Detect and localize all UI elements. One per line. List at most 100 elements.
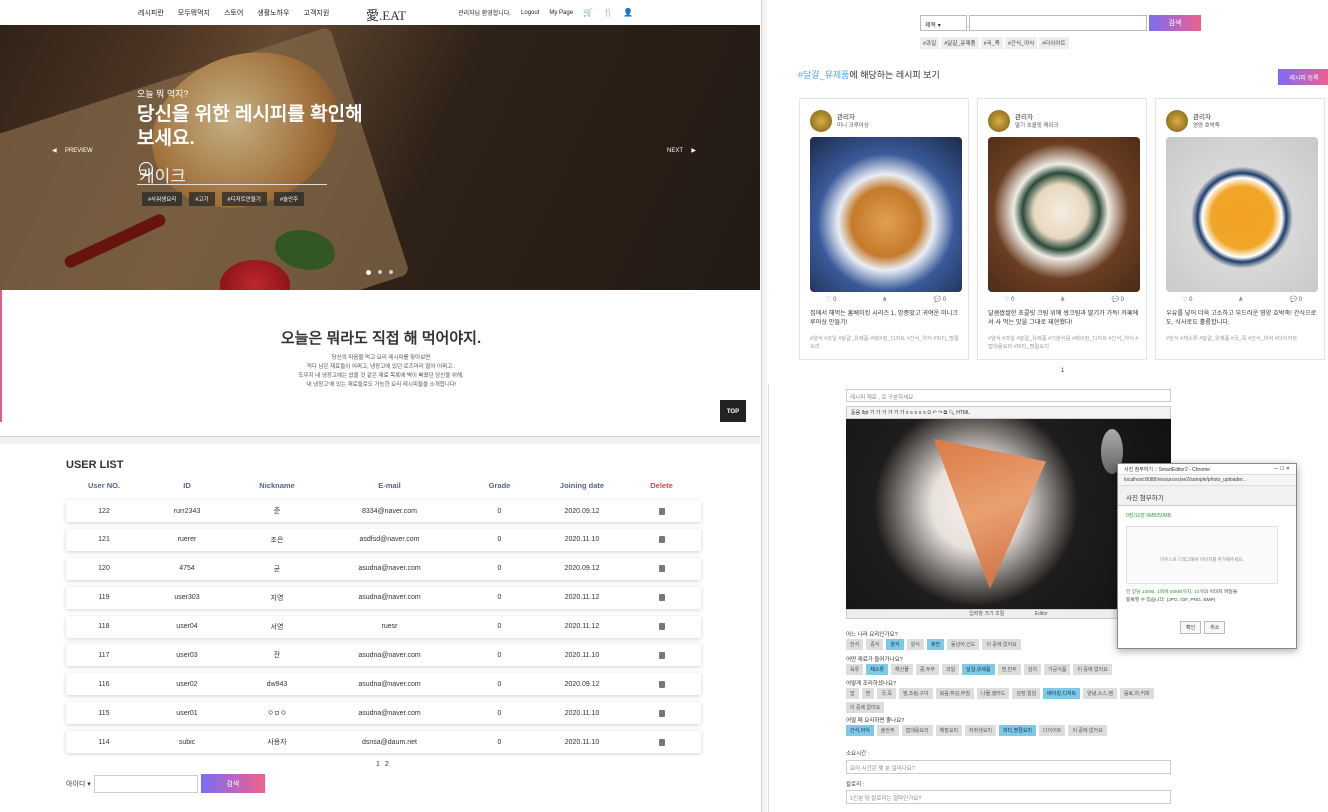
user-settings-icon[interactable]: 👤 bbox=[623, 8, 633, 17]
hero-tag[interactable]: #고기 bbox=[189, 192, 215, 206]
option-chip[interactable]: 국,죽 bbox=[877, 688, 896, 699]
delete-user-button[interactable] bbox=[622, 529, 701, 551]
option-chip[interactable]: 면 bbox=[861, 688, 875, 699]
logout-link[interactable]: Logout bbox=[521, 10, 539, 16]
slider-dot[interactable] bbox=[378, 270, 382, 274]
option-chip[interactable]: 과일 bbox=[942, 664, 960, 675]
comment-button[interactable]: 💬 0 bbox=[934, 296, 947, 303]
ingredient-input[interactable]: 레시피 재료 , 로 구분하세요 bbox=[846, 389, 1171, 402]
slider-dot[interactable] bbox=[389, 270, 393, 274]
category-tag[interactable]: #간식_야식 bbox=[1004, 37, 1038, 49]
user-search-input[interactable] bbox=[93, 774, 198, 793]
recipe-image[interactable] bbox=[1166, 137, 1318, 292]
category-tag[interactable]: #과일 bbox=[920, 37, 940, 49]
slider-dot[interactable] bbox=[366, 270, 371, 275]
image-drop-zone[interactable]: 마우스로 드래그해서 이미지를 추가해주세요. bbox=[1126, 526, 1278, 584]
recipe-search-button[interactable]: 검색 bbox=[1149, 15, 1201, 31]
recipe-image[interactable] bbox=[810, 137, 962, 292]
editor-tab[interactable]: Editor bbox=[1035, 611, 1048, 617]
recipe-page-number[interactable]: 1 bbox=[1061, 368, 1064, 374]
close-icon[interactable]: ✕ bbox=[1286, 466, 1290, 472]
option-chip[interactable]: 채소류 bbox=[866, 664, 889, 675]
recipe-search-input[interactable] bbox=[969, 15, 1147, 31]
like-button[interactable]: ♡ 0 bbox=[826, 296, 836, 303]
recipe-search-select[interactable]: 제목 ▾ bbox=[920, 15, 967, 31]
option-chip[interactable]: 볶음,튀김,부침 bbox=[935, 688, 974, 699]
like-button[interactable]: ♡ 0 bbox=[1004, 296, 1014, 303]
option-chip[interactable]: 콩,두부 bbox=[915, 664, 940, 675]
share-icon[interactable]: ⋔ bbox=[1060, 296, 1065, 303]
hero-tag[interactable]: #사워생요리 bbox=[142, 192, 183, 206]
mypage-link[interactable]: My Page bbox=[549, 10, 573, 16]
delete-user-button[interactable] bbox=[622, 558, 701, 580]
option-chip[interactable]: 이 중에 없어요 bbox=[1073, 664, 1112, 675]
page-link[interactable]: 2 bbox=[385, 761, 389, 768]
comment-button[interactable]: 💬 0 bbox=[1290, 296, 1303, 303]
editor-toolbar[interactable]: 돋움 9pt 가 가 가 가 가 가 ≡ ≡ ≡ ≡ ≡ Ω ↶ ↷ ⧉ 🔍 H… bbox=[846, 406, 1171, 419]
option-chip[interactable]: 밥 bbox=[846, 688, 859, 699]
fork-knife-icon[interactable]: 🍴 bbox=[603, 8, 613, 17]
option-chip[interactable]: 찜,조림,구이 bbox=[898, 688, 933, 699]
slider-next-button[interactable]: NEXT ▶ bbox=[667, 147, 696, 154]
category-tag[interactable]: #국_죽 bbox=[980, 37, 1003, 49]
maximize-icon[interactable]: ☐ bbox=[1280, 466, 1284, 472]
minimize-icon[interactable]: — bbox=[1274, 466, 1279, 472]
category-tag[interactable]: #다이어트 bbox=[1039, 37, 1069, 49]
option-chip[interactable]: 간식,야식 bbox=[846, 725, 874, 736]
option-chip[interactable]: 한식 bbox=[846, 639, 864, 650]
delete-user-button[interactable] bbox=[622, 731, 701, 753]
nav-item-eat[interactable]: 모두뭐먹지 bbox=[178, 8, 210, 18]
share-icon[interactable]: ⋔ bbox=[882, 296, 887, 303]
hero-tag[interactable]: #술안주 bbox=[273, 192, 305, 206]
editor-toolbar-buttons[interactable]: 돋움 9pt 가 가 가 가 가 가 ≡ ≡ ≡ ≡ ≡ Ω ↶ ↷ ⧉ 🔍 H… bbox=[851, 409, 970, 416]
option-chip[interactable]: 다이어트 bbox=[1039, 725, 1066, 736]
option-chip[interactable]: 양념,소스,잼 bbox=[1083, 688, 1117, 699]
calorie-input[interactable]: 1인분 당 칼로리는 얼마인가요? bbox=[846, 790, 1171, 804]
option-chip[interactable]: 나물,샐러드 bbox=[976, 688, 1010, 699]
option-chip[interactable]: 동남아,인도 bbox=[947, 639, 980, 650]
like-button[interactable]: ♡ 0 bbox=[1182, 296, 1192, 303]
option-chip[interactable]: 중식 bbox=[866, 639, 884, 650]
option-chip[interactable]: 이 중에 없어요 bbox=[982, 639, 1021, 650]
confirm-button[interactable]: 확인 bbox=[1180, 621, 1202, 634]
comment-button[interactable]: 💬 0 bbox=[1112, 296, 1125, 303]
option-chip[interactable]: 음료,차,커피 bbox=[1119, 688, 1154, 699]
recipe-image[interactable] bbox=[988, 137, 1140, 292]
option-chip[interactable]: 김치 bbox=[1023, 664, 1042, 675]
option-chip[interactable]: 파티,명절요리 bbox=[999, 725, 1037, 736]
option-chip[interactable]: 접대용요리 bbox=[901, 725, 933, 736]
delete-user-button[interactable] bbox=[622, 587, 701, 609]
option-chip[interactable]: 술안주 bbox=[876, 725, 899, 736]
option-chip[interactable]: 해산물 bbox=[891, 664, 913, 675]
option-chip[interactable]: 이 중에 없어요 bbox=[846, 702, 885, 713]
option-chip[interactable]: 양식 bbox=[886, 639, 904, 650]
delete-user-button[interactable] bbox=[622, 616, 701, 638]
option-chip[interactable]: 면,만두 bbox=[997, 664, 1021, 675]
option-chip[interactable]: 김장,절임 bbox=[1012, 688, 1041, 699]
cart-icon[interactable]: 🛒 bbox=[583, 8, 593, 17]
option-chip[interactable]: 퓨전 bbox=[926, 639, 945, 650]
hero-tag[interactable]: #디저트만들기 bbox=[221, 192, 267, 206]
option-chip[interactable]: 해장요리 bbox=[935, 725, 963, 736]
nav-item-recipe[interactable]: 레시피란 bbox=[138, 8, 164, 18]
slider-prev-button[interactable]: ◀ PREVIEW bbox=[52, 147, 93, 154]
recipe-card[interactable]: 관리자 딸기 초콜릿 케이크 ♡ 0 ⋔ 💬 0 달콤쌉쌀한 초콜릿 크림 위에… bbox=[977, 98, 1147, 360]
category-tag[interactable]: #달걀_유제품 bbox=[941, 37, 979, 49]
time-input[interactable]: 요리 시간은 몇 분 걸리나요? bbox=[846, 760, 1171, 774]
nav-item-support[interactable]: 고객지원 bbox=[304, 8, 330, 18]
cancel-button[interactable]: 취소 bbox=[1204, 621, 1226, 634]
scroll-top-button[interactable]: TOP bbox=[720, 400, 746, 422]
delete-user-button[interactable] bbox=[622, 673, 701, 695]
option-chip[interactable]: 이 중에 없어요 bbox=[1068, 725, 1107, 736]
option-chip[interactable]: 육류 bbox=[846, 664, 864, 675]
option-chip[interactable]: 달걀,유제품 bbox=[962, 664, 995, 675]
share-icon[interactable]: ⋔ bbox=[1238, 296, 1243, 303]
site-logo[interactable]: 愛.EAT bbox=[366, 5, 406, 24]
add-recipe-button[interactable]: 레시피 등록 bbox=[1278, 69, 1328, 85]
option-chip[interactable]: 베이킹,디저트 bbox=[1043, 688, 1081, 699]
delete-user-button[interactable] bbox=[622, 702, 701, 724]
hero-search-input[interactable]: 케이크 bbox=[137, 161, 327, 186]
user-search-select[interactable]: 아이디 ▾ bbox=[66, 779, 91, 789]
recipe-card[interactable]: 관리자 미니 크루아상 ♡ 0 ⋔ 💬 0 집에서 해먹는 홈베이킹 시리즈 1… bbox=[799, 98, 969, 360]
option-chip[interactable]: 일식 bbox=[906, 639, 924, 650]
